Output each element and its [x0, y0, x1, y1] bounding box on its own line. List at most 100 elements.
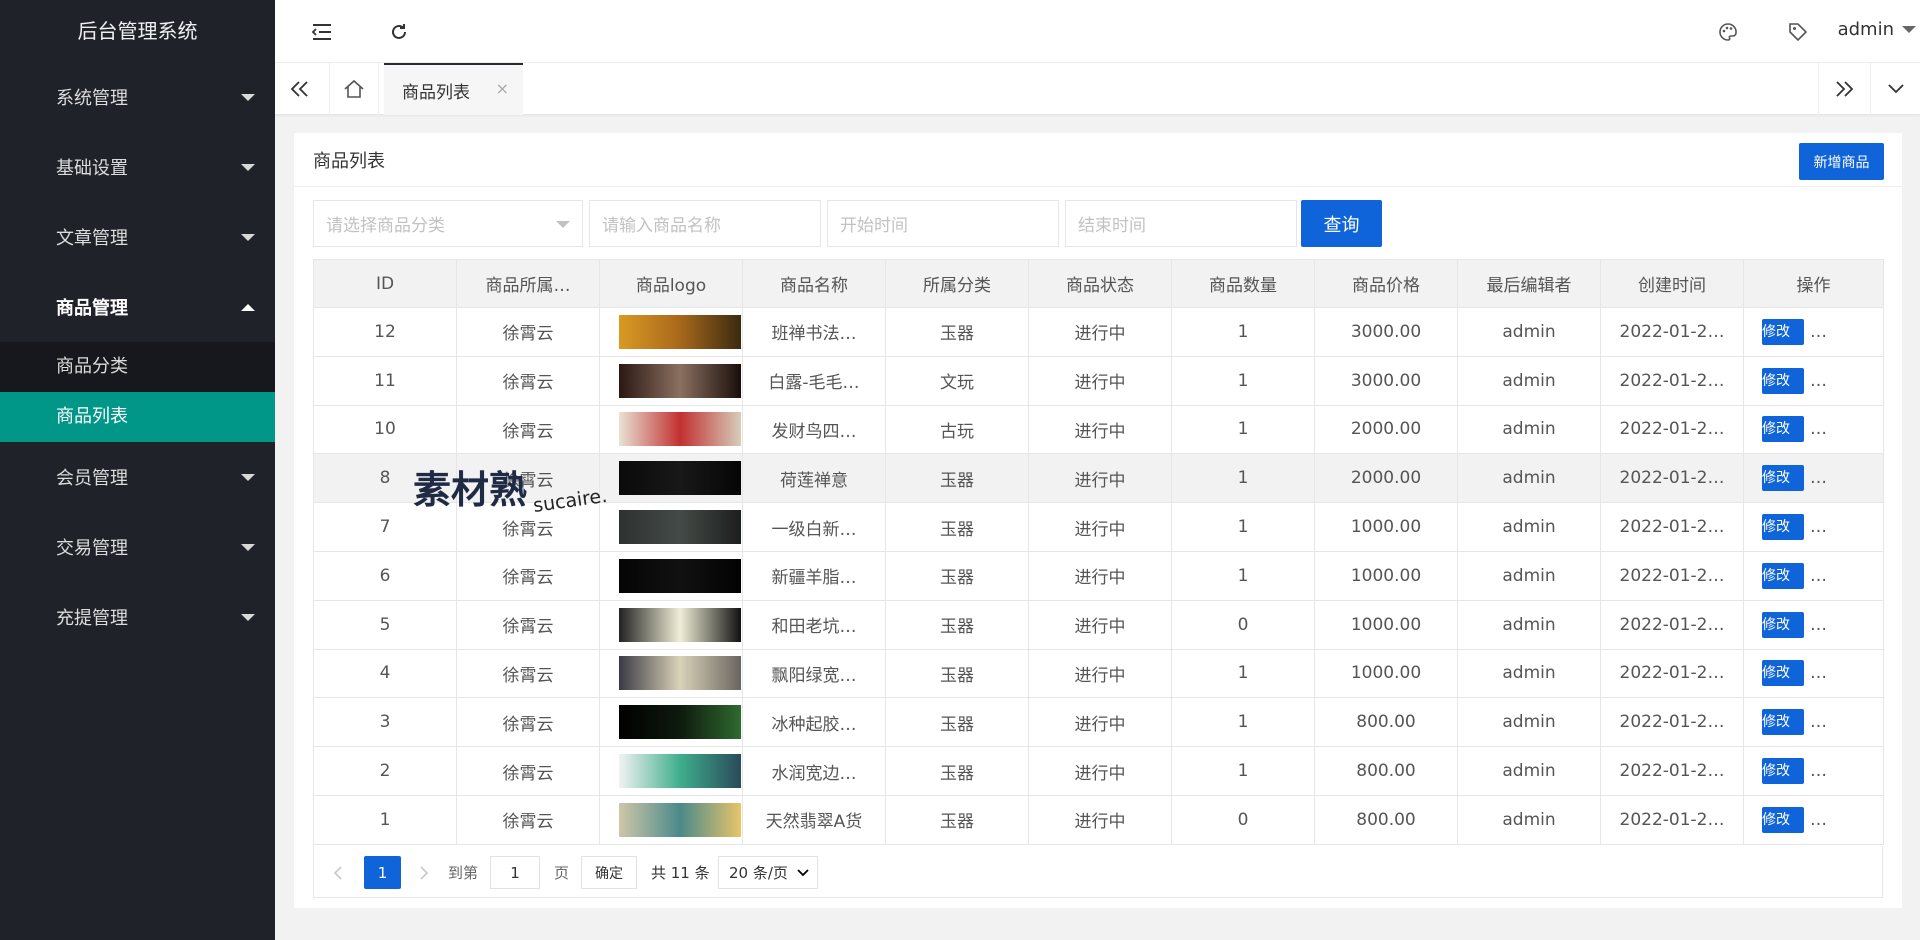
sidebar-item-3[interactable]: 商品管理 — [0, 272, 275, 342]
sidebar-item-2[interactable]: 文章管理 — [0, 202, 275, 272]
refresh-icon[interactable] — [385, 18, 413, 46]
tabs-scroll-right-icon[interactable] — [1818, 63, 1868, 115]
more-actions[interactable]: … — [1810, 761, 1827, 781]
table-cell: 徐霄云 — [456, 307, 600, 357]
table-cell: 800.00 — [1314, 794, 1458, 845]
table-row[interactable]: 2 徐霄云 水润宽边… 玉器 进行中 1 800.00 admin 2022-01-2… 修改… — [313, 746, 1884, 796]
sidebar-item-4[interactable]: 会员管理 — [0, 442, 275, 512]
user-menu[interactable]: admin — [1838, 19, 1916, 40]
product-logo-image — [619, 558, 741, 593]
column-header[interactable]: 商品所属… — [456, 259, 600, 308]
tab-product-list[interactable]: 商品列表 × — [384, 63, 523, 115]
sidebar-item-0[interactable]: 系统管理 — [0, 62, 275, 132]
menu-collapse-icon[interactable] — [308, 18, 336, 46]
more-actions[interactable]: … — [1810, 566, 1827, 586]
edit-button[interactable]: 修改 — [1762, 318, 1804, 345]
table-row[interactable]: 10 徐霄云 发财鸟四… 古玩 进行中 1 2000.00 admin 2022-01-2… 修改… — [313, 404, 1884, 455]
actions-cell: 修改 … — [1743, 502, 1884, 552]
category-select[interactable]: 请选择商品分类 — [313, 200, 583, 247]
table-row[interactable]: 5 徐霄云 和田老坑… 玉器 进行中 0 1000.00 admin 2022-01-2… 修改… — [313, 599, 1884, 650]
product-logo-image — [619, 461, 741, 496]
table-cell: 2022-01-2… — [1600, 453, 1744, 504]
more-actions[interactable]: … — [1810, 712, 1827, 732]
table-row[interactable]: 3 徐霄云 冰种起胶… 玉器 进行中 1 800.00 admin 2022-01-2… 修改… — [313, 697, 1884, 748]
table-row[interactable]: 12 徐霄云 班禅书法… 玉器 进行中 1 3000.00 admin 2022-01-2… 修改… — [313, 307, 1884, 357]
table-cell: 1 — [1171, 453, 1315, 504]
table-row[interactable]: 4 徐霄云 飘阳绿宽… 玉器 进行中 1 1000.00 admin 2022-01-2… 修改… — [313, 648, 1884, 699]
next-page-icon[interactable] — [414, 856, 434, 889]
goto-confirm-button[interactable]: 确定 — [581, 856, 637, 889]
table-cell: 2022-01-2… — [1600, 502, 1744, 552]
edit-button[interactable]: 修改 — [1762, 416, 1804, 443]
chevron-down-icon — [1902, 26, 1916, 33]
edit-button[interactable]: 修改 — [1762, 514, 1804, 541]
more-actions[interactable]: … — [1810, 322, 1827, 342]
column-header[interactable]: 商品名称 — [742, 259, 886, 308]
edit-button[interactable]: 修改 — [1762, 758, 1804, 785]
table-row[interactable]: 8 徐霄云 荷莲禅意 玉器 进行中 1 2000.00 admin 2022-01-2… 修改… — [313, 453, 1884, 504]
column-header[interactable]: 商品价格 — [1314, 259, 1458, 308]
end-time-input[interactable]: 结束时间 — [1065, 200, 1297, 247]
more-actions[interactable]: … — [1810, 371, 1827, 391]
edit-button[interactable]: 修改 — [1762, 806, 1804, 833]
edit-button[interactable]: 修改 — [1762, 611, 1804, 638]
chevron-down-icon — [797, 869, 809, 877]
sidebar-item-6[interactable]: 充提管理 — [0, 582, 275, 652]
edit-button[interactable]: 修改 — [1762, 465, 1804, 492]
edit-button[interactable]: 修改 — [1762, 367, 1804, 394]
table-cell: 800.00 — [1314, 697, 1458, 748]
tabs-scroll-left-icon[interactable] — [275, 63, 325, 115]
table-cell: 2 — [313, 746, 457, 796]
more-actions[interactable]: … — [1810, 810, 1827, 830]
query-button[interactable]: 查询 — [1301, 200, 1382, 247]
sidebar-item-1[interactable]: 基础设置 — [0, 132, 275, 202]
sidebar-subitem-1[interactable]: 商品列表 — [0, 392, 275, 442]
cell-qty: 1 — [1237, 761, 1249, 782]
cell-created: 2022-01-2… — [1619, 663, 1725, 684]
more-actions[interactable]: … — [1810, 615, 1827, 635]
add-product-button[interactable]: 新增商品 — [1799, 143, 1884, 180]
more-actions[interactable]: … — [1810, 468, 1827, 488]
product-logo-image — [619, 510, 741, 545]
edit-button[interactable]: 修改 — [1762, 660, 1804, 687]
theme-palette-icon[interactable] — [1714, 18, 1742, 46]
table-cell: 1 — [1171, 404, 1315, 455]
column-header[interactable]: 商品状态 — [1028, 259, 1172, 308]
column-header[interactable]: ID — [313, 259, 457, 308]
page-size-select[interactable]: 20 条/页 — [718, 856, 818, 889]
column-header[interactable]: 操作 — [1743, 259, 1884, 308]
sidebar-submenu: 商品分类 商品列表 — [0, 342, 275, 442]
more-actions[interactable]: … — [1810, 419, 1827, 439]
column-header[interactable]: 最后编辑者 — [1457, 259, 1601, 308]
table-row[interactable]: 1 徐霄云 天然翡翠A货 玉器 进行中 0 800.00 admin 2022-01-2… 修改… — [313, 794, 1884, 845]
table-row[interactable]: 7 徐霄云 一级白新… 玉器 进行中 1 1000.00 admin 2022-01-2… 修改… — [313, 502, 1884, 552]
page-1-button[interactable]: 1 — [364, 856, 401, 889]
column-header[interactable]: 所属分类 — [885, 259, 1029, 308]
start-time-input[interactable]: 开始时间 — [827, 200, 1059, 247]
sidebar-item-5[interactable]: 交易管理 — [0, 512, 275, 582]
cell-owner: 徐霄云 — [502, 812, 554, 833]
column-header[interactable]: 创建时间 — [1600, 259, 1744, 308]
sidebar-subitem-0[interactable]: 商品分类 — [0, 342, 275, 392]
edit-button[interactable]: 修改 — [1762, 709, 1804, 736]
cell-category: 玉器 — [940, 568, 974, 589]
prev-page-icon[interactable] — [328, 856, 348, 889]
home-icon[interactable] — [329, 63, 379, 115]
column-header[interactable]: 商品logo — [599, 259, 743, 308]
table-row[interactable]: 11 徐霄云 白露-毛毛… 文玩 进行中 1 3000.00 admin 2022-01-2… 修… — [313, 355, 1884, 406]
cell-id: 6 — [379, 565, 391, 586]
table-cell: 白露-毛毛… — [742, 355, 886, 406]
table-row[interactable]: 6 徐霄云 新疆羊脂… 玉器 进行中 1 1000.00 admin 2022-01-2… 修改… — [313, 550, 1884, 601]
more-actions[interactable]: … — [1810, 517, 1827, 537]
tabs-dropdown-icon[interactable] — [1870, 63, 1920, 115]
edit-button[interactable]: 修改 — [1762, 562, 1804, 589]
more-actions[interactable]: … — [1810, 663, 1827, 683]
table-cell: 6 — [313, 550, 457, 601]
goto-page-input[interactable]: 1 — [490, 856, 540, 889]
column-header[interactable]: 商品数量 — [1171, 259, 1315, 308]
product-name-input[interactable]: 请输入商品名称 — [589, 200, 821, 247]
close-icon[interactable]: × — [496, 79, 509, 98]
cell-price: 3000.00 — [1350, 370, 1422, 391]
cell-name: 班禅书法… — [771, 324, 857, 345]
tag-icon[interactable] — [1784, 18, 1812, 46]
